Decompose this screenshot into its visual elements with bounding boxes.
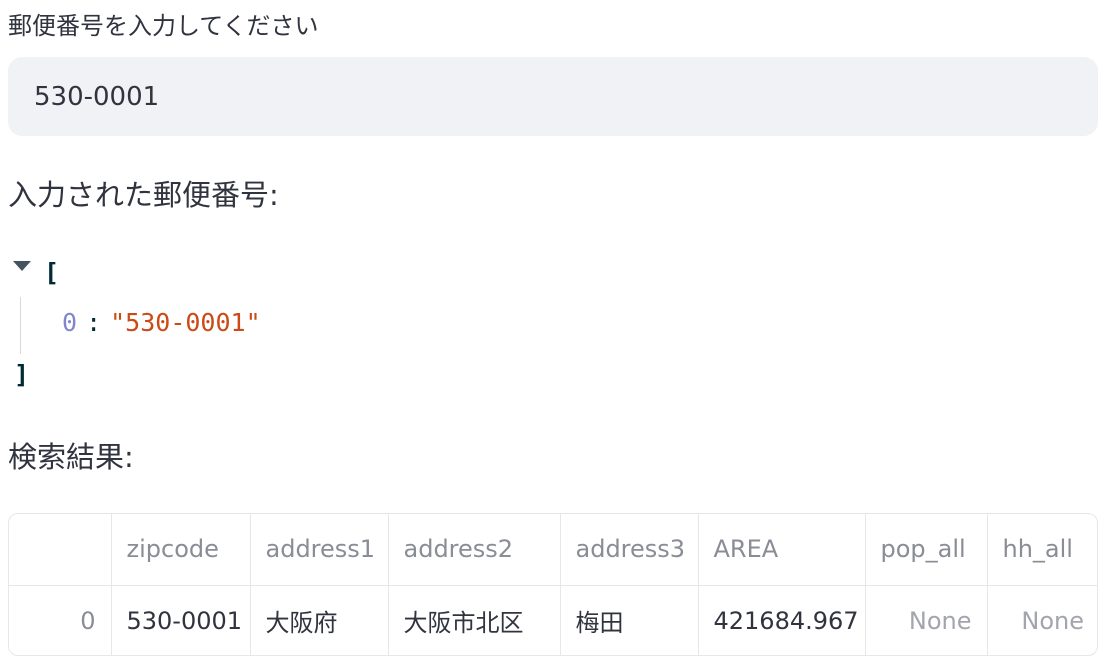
json-open-bracket: [ (44, 258, 60, 287)
json-item-value: "530-0001" (110, 308, 261, 337)
json-item-key: 0 (62, 308, 78, 337)
column-header-area[interactable]: AREA (698, 514, 866, 586)
zipcode-input-label: 郵便番号を入力してください (8, 12, 319, 40)
column-header-address3[interactable]: address3 (560, 514, 699, 586)
json-close-bracket: ] (14, 360, 30, 389)
area-cell[interactable]: 421684.967 (698, 585, 866, 655)
address1-cell[interactable]: 大阪府 (250, 585, 389, 655)
hh-all-cell[interactable]: None (987, 585, 1097, 655)
table-row: 0 530-0001 大阪府 大阪市北区 梅田 421684.967 None … (9, 585, 1097, 655)
zipcode-cell[interactable]: 530-0001 (111, 585, 251, 655)
column-header-pop-all[interactable]: pop_all (865, 514, 988, 586)
json-indent-guide (20, 297, 21, 354)
search-results-heading: 検索結果: (8, 440, 134, 474)
row-index-cell[interactable]: 0 (9, 585, 112, 655)
json-item: 0: "530-0001" (62, 308, 261, 337)
json-colon: : (86, 308, 102, 337)
json-viewer: [ 0: "530-0001" ] (10, 252, 610, 392)
column-header-address1[interactable]: address1 (250, 514, 389, 586)
zipcode-input[interactable] (8, 57, 1098, 136)
column-header-address2[interactable]: address2 (388, 514, 561, 586)
zipcode-input-container (8, 57, 1098, 136)
pop-all-cell[interactable]: None (865, 585, 988, 655)
column-header-zipcode[interactable]: zipcode (111, 514, 251, 586)
address2-cell[interactable]: 大阪市北区 (388, 585, 561, 655)
entered-zipcode-heading: 入力された郵便番号: (8, 178, 279, 212)
results-table[interactable]: zipcode address1 address2 address3 AREA … (8, 513, 1098, 656)
column-header-hh-all[interactable]: hh_all (987, 514, 1097, 586)
collapse-arrow-icon[interactable] (13, 261, 31, 271)
table-header-row: zipcode address1 address2 address3 AREA … (9, 514, 1097, 586)
column-header-index[interactable] (9, 514, 112, 586)
address3-cell[interactable]: 梅田 (560, 585, 699, 655)
